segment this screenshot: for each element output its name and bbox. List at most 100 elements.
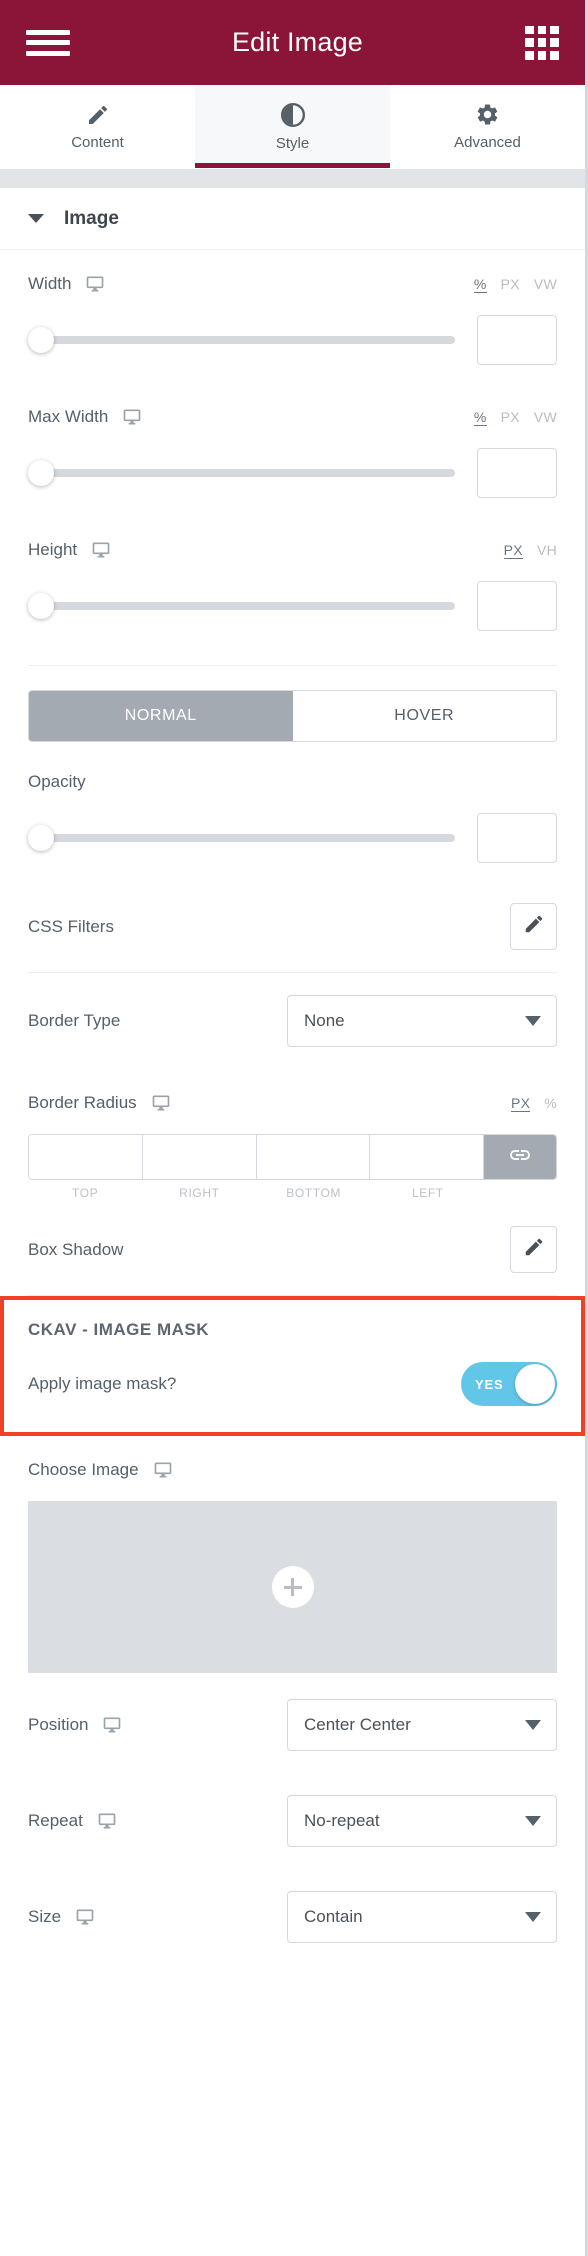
edit-image-panel: Edit Image Content Style Advanced Image … xyxy=(0,0,588,2256)
max-width-slider-handle[interactable] xyxy=(28,460,54,486)
pencil-edit-icon xyxy=(523,913,545,940)
tab-advanced[interactable]: Advanced xyxy=(390,85,585,168)
size-select[interactable]: Contain xyxy=(287,1891,557,1943)
choose-image-label: Choose Image xyxy=(28,1460,139,1479)
section-header-image[interactable]: Image xyxy=(0,188,585,250)
gear-icon xyxy=(475,102,500,127)
border-type-select[interactable]: None xyxy=(287,995,557,1047)
desktop-icon[interactable] xyxy=(122,407,142,427)
border-radius-left-label: LEFT xyxy=(412,1186,444,1200)
apply-image-mask-toggle[interactable]: YES xyxy=(461,1362,557,1406)
tab-style-label: Style xyxy=(275,134,310,152)
max-width-control-group: Max Width % PX VW xyxy=(28,383,557,516)
panel-tabs: Content Style Advanced xyxy=(0,85,585,169)
width-control-group: Width % PX VW Max Width % PX VW Height P… xyxy=(0,250,585,666)
state-switcher-group: NORMAL HOVER Opacity CSS Filters xyxy=(0,690,585,973)
max-width-unit-vw[interactable]: VW xyxy=(534,409,557,425)
caret-down-icon xyxy=(28,214,44,223)
border-type-select-wrap: None xyxy=(287,995,557,1047)
ckav-section-title: CKAV - IMAGE MASK xyxy=(28,1320,210,1339)
desktop-icon[interactable] xyxy=(91,540,111,560)
height-slider[interactable] xyxy=(28,593,455,619)
hamburger-menu-icon[interactable] xyxy=(26,27,70,59)
width-slider[interactable] xyxy=(28,327,455,353)
css-filters-label: CSS Filters xyxy=(28,916,114,936)
border-radius-top-label: TOP xyxy=(71,1186,99,1200)
max-width-slider[interactable] xyxy=(28,460,455,486)
border-radius-bottom-label: BOTTOM xyxy=(286,1186,341,1200)
repeat-row: Repeat No-repeat xyxy=(28,1773,557,1869)
border-radius-fields xyxy=(28,1134,557,1180)
apply-image-mask-toggle-text: YES xyxy=(475,1376,504,1392)
link-chain-icon xyxy=(508,1143,532,1172)
state-hover-button[interactable]: HOVER xyxy=(292,691,556,741)
css-filters-row: CSS Filters xyxy=(28,881,557,972)
page-title: Edit Image xyxy=(231,27,364,57)
box-shadow-label: Box Shadow xyxy=(28,1239,124,1259)
opacity-slider-track xyxy=(41,834,455,842)
height-slider-handle[interactable] xyxy=(28,593,54,619)
desktop-icon[interactable] xyxy=(75,1907,95,1927)
height-unit-px[interactable]: PX xyxy=(503,542,523,559)
desktop-icon[interactable] xyxy=(97,1811,117,1831)
opacity-slider[interactable] xyxy=(28,825,455,851)
section-spacer xyxy=(0,169,585,188)
height-unit-vh[interactable]: VH xyxy=(537,542,557,558)
opacity-slider-handle[interactable] xyxy=(28,825,54,851)
pencil-icon xyxy=(86,103,110,127)
border-radius-right-label: RIGHT xyxy=(179,1186,220,1200)
width-unit-percent[interactable]: % xyxy=(473,276,487,293)
plus-circle-icon[interactable] xyxy=(271,1566,314,1608)
border-radius-link-button[interactable] xyxy=(484,1135,556,1179)
border-radius-left-input[interactable] xyxy=(370,1135,484,1179)
box-shadow-row: Box Shadow xyxy=(28,1204,557,1295)
ckav-image-mask-section: CKAV - IMAGE MASK Apply image mask? YES xyxy=(0,1296,585,1436)
panel-header: Edit Image xyxy=(0,0,585,85)
max-width-unit-percent[interactable]: % xyxy=(473,409,487,426)
apply-image-mask-label: Apply image mask? xyxy=(28,1374,177,1393)
desktop-icon[interactable] xyxy=(151,1093,171,1113)
state-normal-button[interactable]: NORMAL xyxy=(29,691,293,741)
width-slider-track xyxy=(41,336,455,344)
border-radius-bottom-input[interactable] xyxy=(256,1135,371,1179)
tab-content[interactable]: Content xyxy=(0,85,195,168)
css-filters-edit-button[interactable] xyxy=(510,903,557,950)
border-group: Border Type None Border Radius PX % TOP … xyxy=(0,973,585,1296)
opacity-input[interactable] xyxy=(477,813,557,863)
box-shadow-edit-button[interactable] xyxy=(510,1226,557,1273)
toggle-knob xyxy=(515,1364,555,1404)
mask-options-group: Choose Image Position Center Center Repe… xyxy=(0,1436,585,1965)
border-radius-unit-percent[interactable]: % xyxy=(544,1095,557,1111)
repeat-select[interactable]: No-repeat xyxy=(287,1795,557,1847)
border-radius-field-labels: TOP RIGHT BOTTOM LEFT xyxy=(28,1186,557,1200)
border-radius-units: PX % xyxy=(510,1095,557,1112)
opacity-control-group: Opacity xyxy=(28,748,557,881)
max-width-label: Max Width xyxy=(28,407,109,426)
width-label: Width xyxy=(28,274,72,293)
border-radius-top-input[interactable] xyxy=(29,1135,143,1179)
apply-image-mask-row: Apply image mask? YES xyxy=(28,1344,557,1414)
desktop-icon[interactable] xyxy=(85,274,105,294)
tab-style[interactable]: Style xyxy=(195,85,390,168)
width-unit-px[interactable]: PX xyxy=(501,276,520,292)
width-slider-handle[interactable] xyxy=(28,327,54,353)
desktop-icon[interactable] xyxy=(153,1460,173,1480)
border-radius-right-input[interactable] xyxy=(142,1135,257,1179)
apps-grid-icon[interactable] xyxy=(525,25,559,60)
border-radius-unit-px[interactable]: PX xyxy=(510,1095,531,1112)
position-select[interactable]: Center Center xyxy=(287,1699,557,1751)
width-unit-vw[interactable]: VW xyxy=(534,276,557,292)
max-width-unit-px[interactable]: PX xyxy=(501,409,520,425)
width-input[interactable] xyxy=(477,315,557,365)
label-pad xyxy=(485,1186,557,1200)
height-input[interactable] xyxy=(477,581,557,631)
tab-advanced-label: Advanced xyxy=(454,134,521,151)
section-title: Image xyxy=(64,207,119,229)
max-width-input[interactable] xyxy=(477,448,557,498)
position-label: Position xyxy=(28,1715,89,1734)
width-units: % PX VW xyxy=(473,276,557,293)
desktop-icon[interactable] xyxy=(102,1715,122,1735)
choose-image-dropzone[interactable] xyxy=(28,1501,557,1673)
size-label: Size xyxy=(28,1907,62,1926)
max-width-units: % PX VW xyxy=(473,409,557,426)
